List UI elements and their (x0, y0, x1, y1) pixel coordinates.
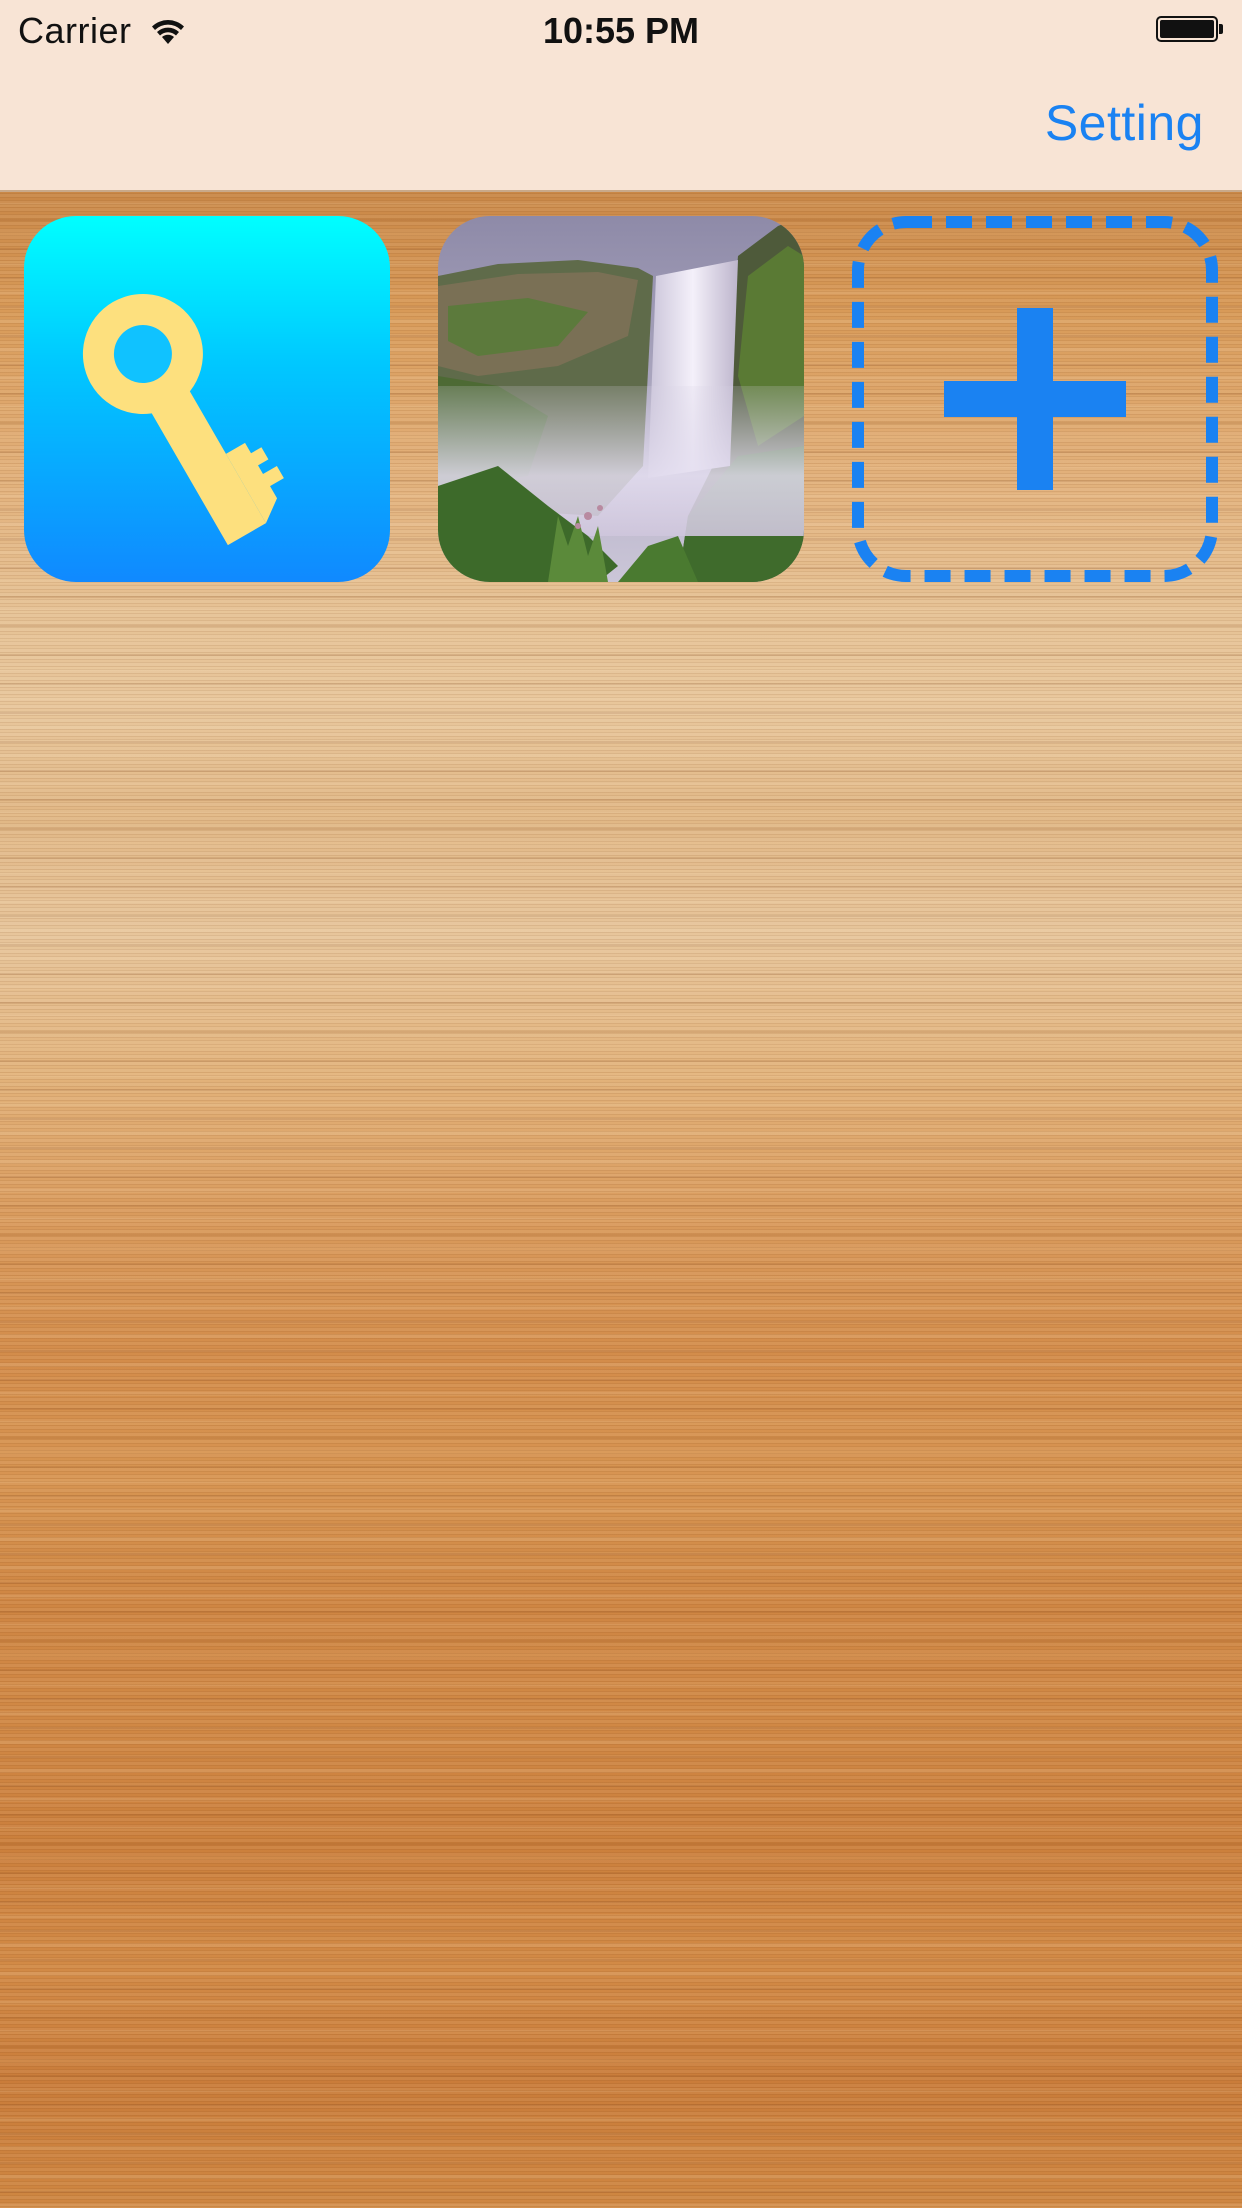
status-time: 10:55 PM (542, 10, 700, 51)
add-item-button[interactable] (852, 216, 1218, 582)
add-icon (852, 216, 1218, 582)
waterfall-photo (438, 216, 804, 582)
grid-item-photo[interactable] (438, 216, 804, 582)
app-screen: Carrier 10:55 PM Setting (0, 0, 1242, 2208)
grid-item-key[interactable] (24, 216, 390, 582)
navigation-bar: Carrier 10:55 PM Setting (0, 0, 1242, 192)
battery-icon (1156, 16, 1226, 44)
setting-button[interactable]: Setting (1045, 94, 1204, 152)
key-icon (82, 294, 284, 546)
